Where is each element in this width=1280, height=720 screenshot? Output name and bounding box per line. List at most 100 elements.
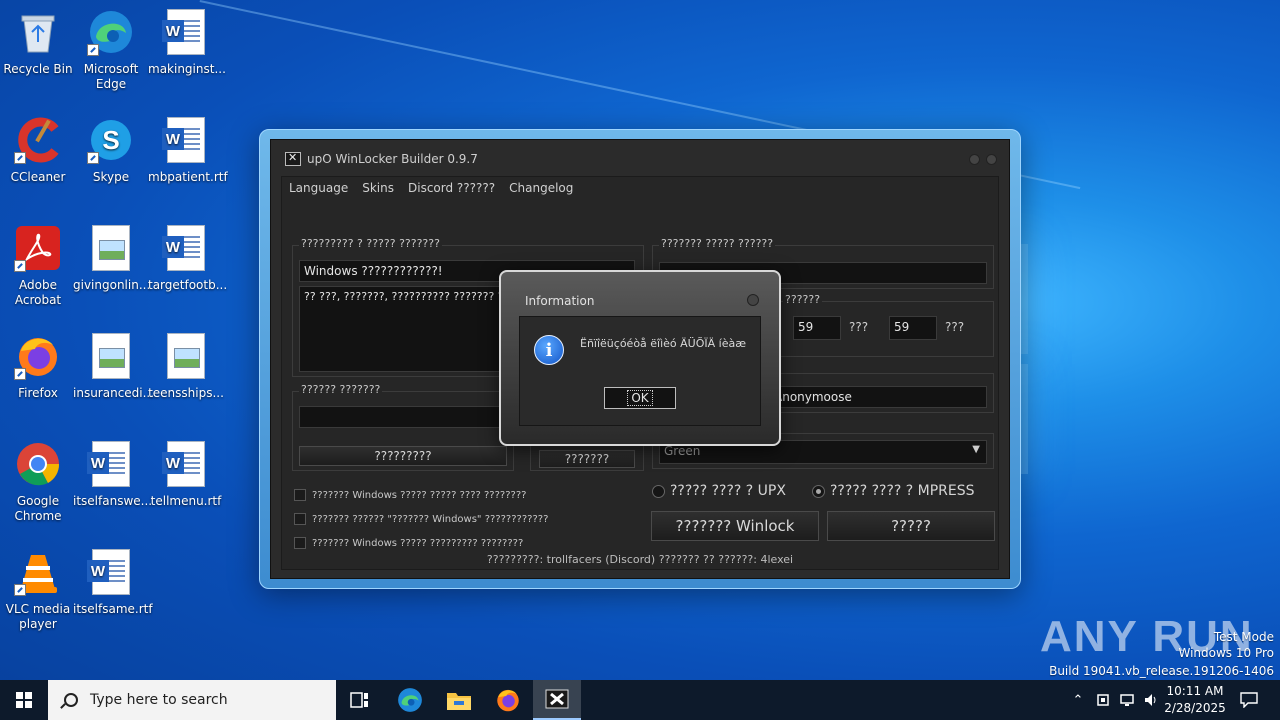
search-placeholder: Type here to search [90, 692, 228, 708]
desktop-icon-makinginst[interactable]: makinginst... [148, 8, 226, 77]
test-mode-text: Test Mode [1213, 630, 1274, 644]
app-titlebar[interactable]: upO WinLocker Builder 0.9.7 [285, 151, 478, 166]
menu-skins[interactable]: Skins [362, 181, 394, 195]
author-credits: ?????????: trollfacers (Discord) ???????… [486, 553, 794, 566]
folder-icon [447, 693, 471, 710]
author-field[interactable]: Anonymoose [769, 386, 987, 408]
timer-seconds-field[interactable]: 59 [889, 316, 937, 340]
window-controls [969, 154, 997, 165]
desktop-icon-givingonlin[interactable]: givingonlin... [73, 224, 150, 293]
app-icon [285, 151, 301, 166]
generate-button[interactable]: ????????? [299, 446, 507, 466]
dialog-close-button[interactable] [747, 294, 759, 306]
taskbar-edge[interactable] [386, 680, 434, 720]
word-doc-icon [162, 440, 210, 488]
vlc-icon [14, 548, 62, 596]
build-winlock-button[interactable]: ??????? Winlock [651, 511, 819, 541]
desktop-icon-teensships[interactable]: teensships... [148, 332, 224, 401]
minimize-button[interactable] [969, 154, 980, 165]
checkbox-option-1-label: ??????? Windows ????? ????? ???? ???????… [312, 489, 527, 501]
checkbox-box[interactable] [294, 537, 306, 549]
desktop-icon-mbpatient[interactable]: mbpatient.rtf [148, 116, 228, 185]
svg-text:S: S [102, 125, 119, 155]
image-file-icon [87, 224, 135, 272]
desktop-icon-tellmenu[interactable]: tellmenu.rtf [148, 440, 224, 509]
dialog-title: Information [525, 294, 595, 308]
clock-time: 10:11 AM [1166, 684, 1224, 698]
radio-mpress-label: ????? ???? ? MPRESS [830, 483, 975, 499]
desktop-icon-skype[interactable]: S Skype [73, 116, 149, 185]
timer-unit-a: ??? [849, 320, 869, 334]
desktop-icon-vlc[interactable]: VLC media player [0, 548, 76, 632]
radio-dot[interactable] [652, 484, 665, 498]
task-view-button[interactable] [336, 680, 384, 720]
desktop-icon-targetfootb[interactable]: targetfootb... [148, 224, 227, 293]
acrobat-icon [14, 224, 62, 272]
task-view-icon [350, 692, 368, 708]
menu-discord[interactable]: Discord ?????? [408, 181, 495, 195]
radio-mpress[interactable]: ????? ???? ? MPRESS [812, 483, 975, 499]
build-text: Build 19041.vb_release.191206-1406 [1049, 664, 1274, 678]
network-icon[interactable] [1116, 680, 1138, 720]
ccleaner-icon [14, 116, 62, 164]
radio-upx[interactable]: ????? ???? ? UPX [652, 483, 786, 499]
desktop-icon-chrome[interactable]: Google Chrome [0, 440, 76, 524]
word-doc-icon [87, 548, 135, 596]
security-icon[interactable] [1092, 680, 1114, 720]
taskbar-firefox[interactable] [484, 680, 532, 720]
desktop-icon-firefox[interactable]: Firefox [0, 332, 76, 401]
word-doc-icon [162, 224, 210, 272]
checkbox-box[interactable] [294, 489, 306, 501]
checkbox-option-3-label: ??????? Windows ????? ????????? ???????? [312, 537, 524, 549]
ok-button[interactable]: OK [604, 387, 676, 409]
info-icon: i [534, 335, 564, 365]
chevron-up-icon[interactable]: ⌃ [1068, 680, 1088, 720]
checkbox-option-3[interactable]: ??????? Windows ????? ????????? ???????? [294, 537, 523, 549]
menu-language[interactable]: Language [289, 181, 348, 195]
volume-icon[interactable] [1140, 680, 1162, 720]
search-icon [64, 693, 78, 707]
edge-icon [398, 688, 422, 712]
desktop-icon-ccleaner[interactable]: CCleaner [0, 116, 76, 185]
menu-changelog[interactable]: Changelog [509, 181, 573, 195]
desktop-icon-insurancedi[interactable]: insurancedi... [73, 332, 154, 401]
password-field[interactable] [299, 406, 507, 428]
start-button[interactable] [0, 680, 48, 720]
skype-icon: S [87, 116, 135, 164]
taskbar-winlocker-builder[interactable] [533, 680, 581, 720]
chrome-icon [14, 440, 62, 488]
firefox-icon [497, 689, 519, 712]
group-timer-label: ?????? [783, 293, 823, 306]
group-right-top-label: ??????? ????? ?????? [659, 237, 776, 250]
checkbox-option-2[interactable]: ??????? ?????? "??????? Windows" ???????… [294, 513, 548, 525]
checkbox-box[interactable] [294, 513, 306, 525]
clock-date: 2/28/2025 [1164, 701, 1226, 715]
notifications-icon[interactable] [1234, 680, 1264, 720]
desktop-icon-itselfanswe[interactable]: itselfanswe... [73, 440, 152, 509]
choose-icon-button[interactable]: ??????? [539, 450, 635, 468]
desktop-icon-acrobat[interactable]: Adobe Acrobat [0, 224, 76, 308]
exit-button[interactable]: ????? [827, 511, 995, 541]
group-password: ?????? ??????? ????????? [292, 383, 514, 471]
desktop-icon-recycle-bin[interactable]: Recycle Bin [0, 8, 76, 77]
word-doc-icon [162, 116, 210, 164]
dialog-body: i Ëñïîëüçóéòå ëîìèó ÄÜÕÏÄ íèàæ OK [519, 316, 761, 426]
image-file-icon [162, 332, 210, 380]
windows-logo-icon [16, 692, 32, 708]
checkbox-option-2-label: ??????? ?????? "??????? Windows" ???????… [312, 513, 549, 525]
taskbar-search[interactable]: Type here to search [48, 680, 336, 720]
checkbox-option-1[interactable]: ??????? Windows ????? ????? ???? ???????… [294, 489, 526, 501]
group-password-label: ?????? ??????? [299, 383, 383, 396]
desktop-icon-edge[interactable]: Microsoft Edge [73, 8, 149, 92]
taskbar-clock[interactable]: 10:11 AM 2/28/2025 [1160, 683, 1230, 717]
desktop-icon-itselfsame[interactable]: itselfsame.rtf [73, 548, 153, 617]
taskbar-file-explorer[interactable] [435, 680, 483, 720]
ok-button-label: OK [627, 390, 653, 406]
radio-dot-selected[interactable] [812, 484, 825, 498]
windows-edition-text: Windows 10 Pro [1178, 646, 1274, 660]
timer-minutes-field[interactable]: 59 [793, 316, 841, 340]
edge-icon [87, 8, 135, 56]
timer-unit-b: ??? [945, 320, 965, 334]
dialog-message: Ëñïîëüçóéòå ëîìèó ÄÜÕÏÄ íèàæ [580, 337, 747, 350]
close-button[interactable] [986, 154, 997, 165]
